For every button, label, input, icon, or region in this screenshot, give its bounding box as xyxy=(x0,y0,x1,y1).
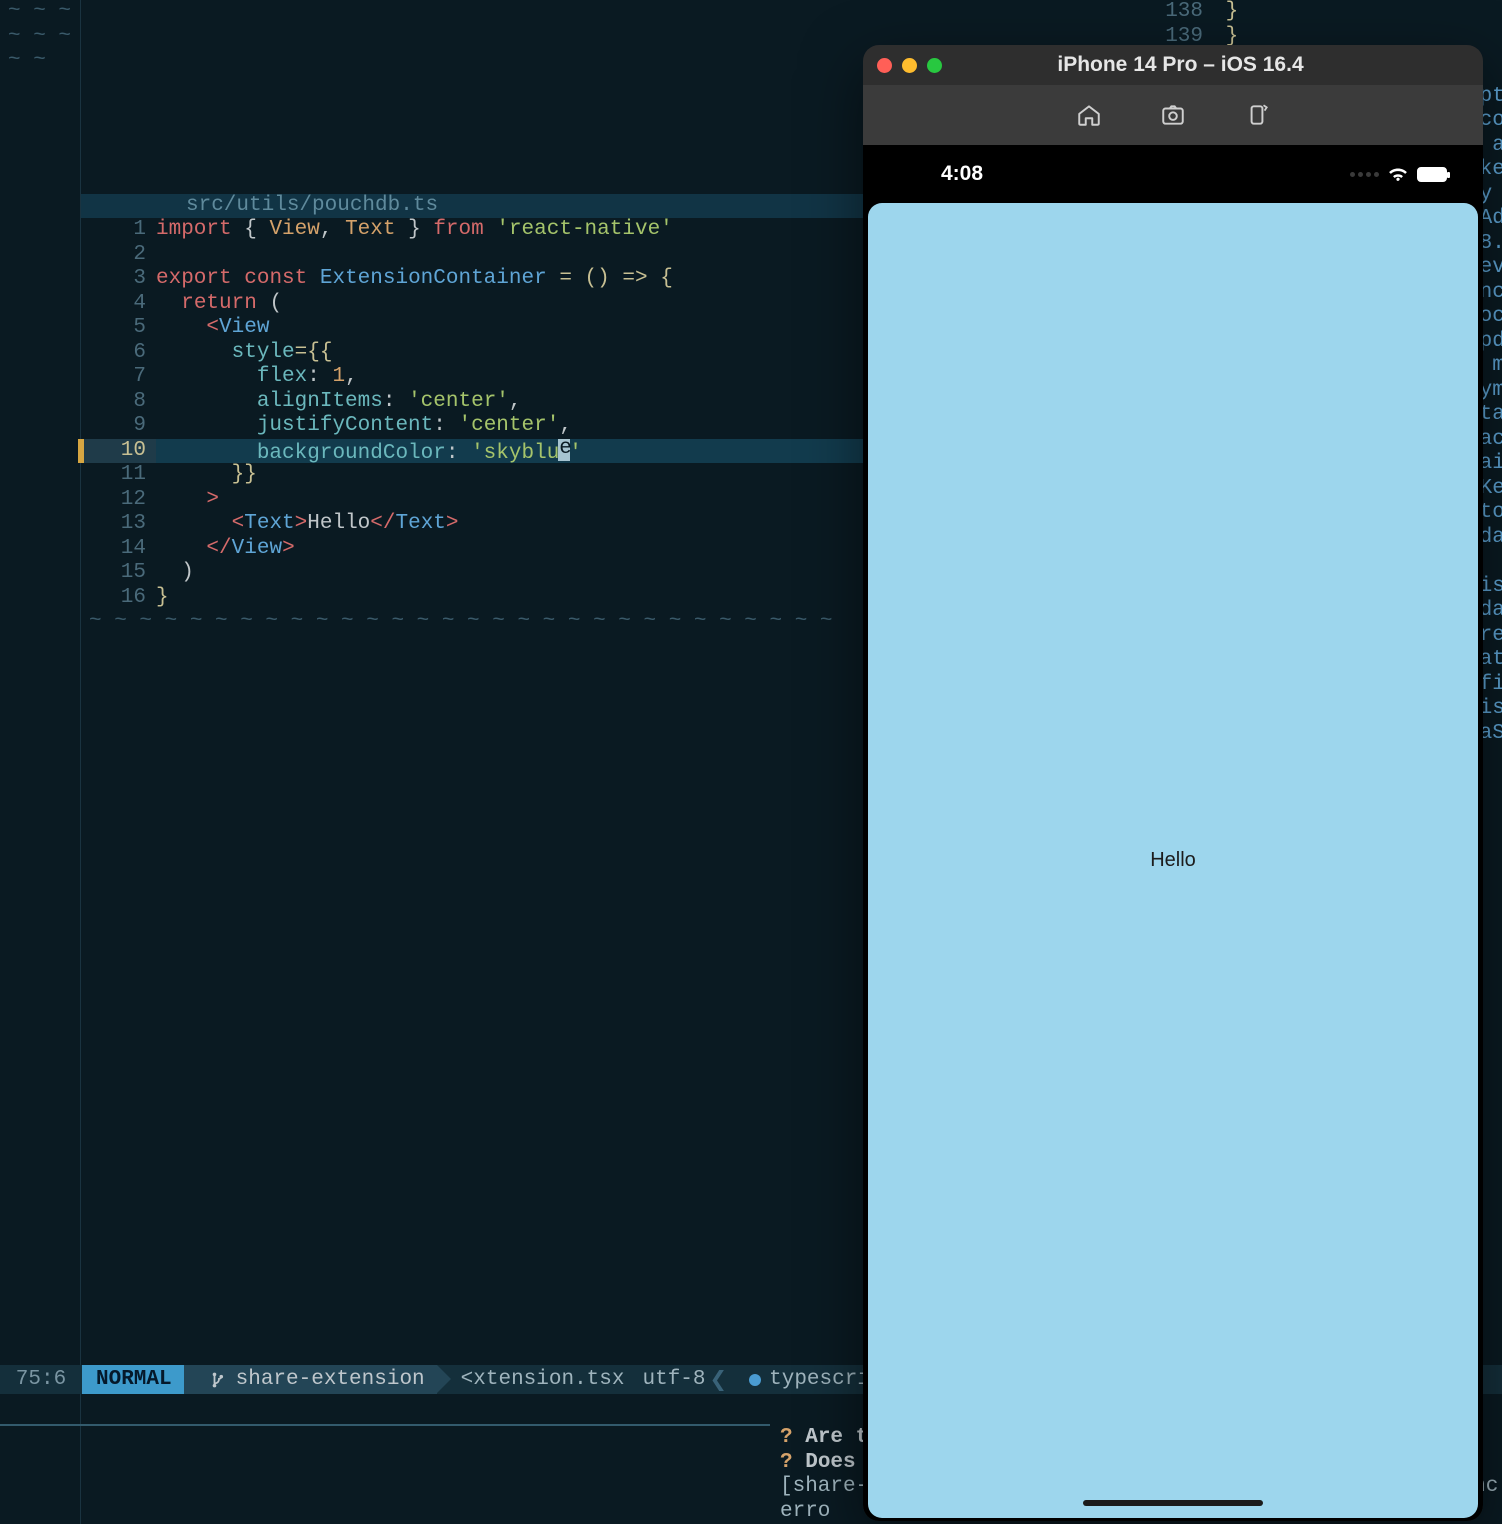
statusline-filename: <xtension.tsx xyxy=(437,1368,625,1391)
code-content: import { View, Text } from 'react-native… xyxy=(156,218,673,243)
simulator-title: iPhone 14 Pro – iOS 16.4 xyxy=(892,53,1469,77)
statusline-encoding: utf-8 xyxy=(624,1368,705,1391)
code-content: <View xyxy=(156,316,269,341)
cursor-block: e xyxy=(558,439,570,461)
line-number: 14 xyxy=(81,537,156,562)
wifi-icon xyxy=(1387,166,1409,182)
split-divider xyxy=(0,1424,770,1426)
tilde-indicators-bottom: ~ ~ ~ ~ ~ ~ ~ ~ ~ ~ ~ ~ ~ ~ ~ ~ ~ ~ ~ ~ … xyxy=(89,610,833,635)
home-indicator[interactable] xyxy=(1083,1500,1263,1506)
line-number: 2 xyxy=(81,243,156,268)
line-number: 5 xyxy=(81,316,156,341)
device-status-bar: 4:08 xyxy=(863,145,1483,203)
rotate-icon[interactable] xyxy=(1244,102,1270,128)
tilde-indicators-top: ~ ~ ~ ~ ~ ~ ~ ~ xyxy=(8,0,80,74)
code-content: flex: 1, xyxy=(156,365,358,390)
line-number: 15 xyxy=(81,561,156,586)
simulator-toolbar xyxy=(863,85,1483,145)
typescript-dot-icon xyxy=(749,1374,761,1386)
status-time: 4:08 xyxy=(941,162,983,186)
home-icon[interactable] xyxy=(1076,102,1102,128)
editor-sign-column: ~ ~ ~ ~ ~ ~ ~ ~ xyxy=(0,0,80,1524)
line-number: 6 xyxy=(81,341,156,366)
code-content: } xyxy=(156,586,169,611)
code-content: }} xyxy=(156,463,257,488)
simulator-app-area[interactable]: Hello xyxy=(863,203,1483,1521)
line-number: 13 xyxy=(81,512,156,537)
code-content: return ( xyxy=(156,292,282,317)
line-number: 4 xyxy=(81,292,156,317)
screenshot-icon[interactable] xyxy=(1160,102,1186,128)
code-content: </View> xyxy=(156,537,295,562)
git-branch-icon xyxy=(210,1371,228,1389)
battery-icon xyxy=(1417,167,1447,182)
code-content: backgroundColor: 'skyblue' xyxy=(156,439,582,464)
code-content: ) xyxy=(156,561,194,586)
right-pane-top-lines: 138 }139 } xyxy=(1153,0,1238,49)
code-content: > xyxy=(156,488,219,513)
line-number: 8 xyxy=(81,390,156,415)
line-number: 1 xyxy=(81,218,156,243)
code-content: alignItems: 'center', xyxy=(156,390,522,415)
app-hello-text: Hello xyxy=(1150,849,1196,872)
line-number: 9 xyxy=(81,414,156,439)
close-icon[interactable] xyxy=(877,58,892,73)
line-number: 16 xyxy=(81,586,156,611)
right-pane-line: 138 } xyxy=(1153,0,1238,25)
line-number: 3 xyxy=(81,267,156,292)
statusline-mode: NORMAL xyxy=(82,1365,184,1394)
statusline-pos: 75:6 xyxy=(0,1368,82,1391)
line-number: 11 xyxy=(81,463,156,488)
code-content: export const ExtensionContainer = () => … xyxy=(156,267,673,292)
filepath-text: src/utils/pouchdb.ts xyxy=(186,194,438,218)
ios-simulator-window[interactable]: iPhone 14 Pro – iOS 16.4 4:08 Hello xyxy=(863,45,1483,1521)
code-content: style={{ xyxy=(156,341,332,366)
cellular-dots-icon xyxy=(1350,172,1379,177)
code-content: <Text>Hello</Text> xyxy=(156,512,459,537)
statusline-branch: share-extension xyxy=(184,1365,437,1394)
line-number: 12 xyxy=(81,488,156,513)
current-line-marker xyxy=(78,439,84,464)
line-number: 10 xyxy=(81,439,156,464)
simulator-titlebar[interactable]: iPhone 14 Pro – iOS 16.4 xyxy=(863,45,1483,85)
app-root-view[interactable]: Hello xyxy=(868,203,1478,1518)
line-number: 7 xyxy=(81,365,156,390)
code-content: justifyContent: 'center', xyxy=(156,414,572,439)
